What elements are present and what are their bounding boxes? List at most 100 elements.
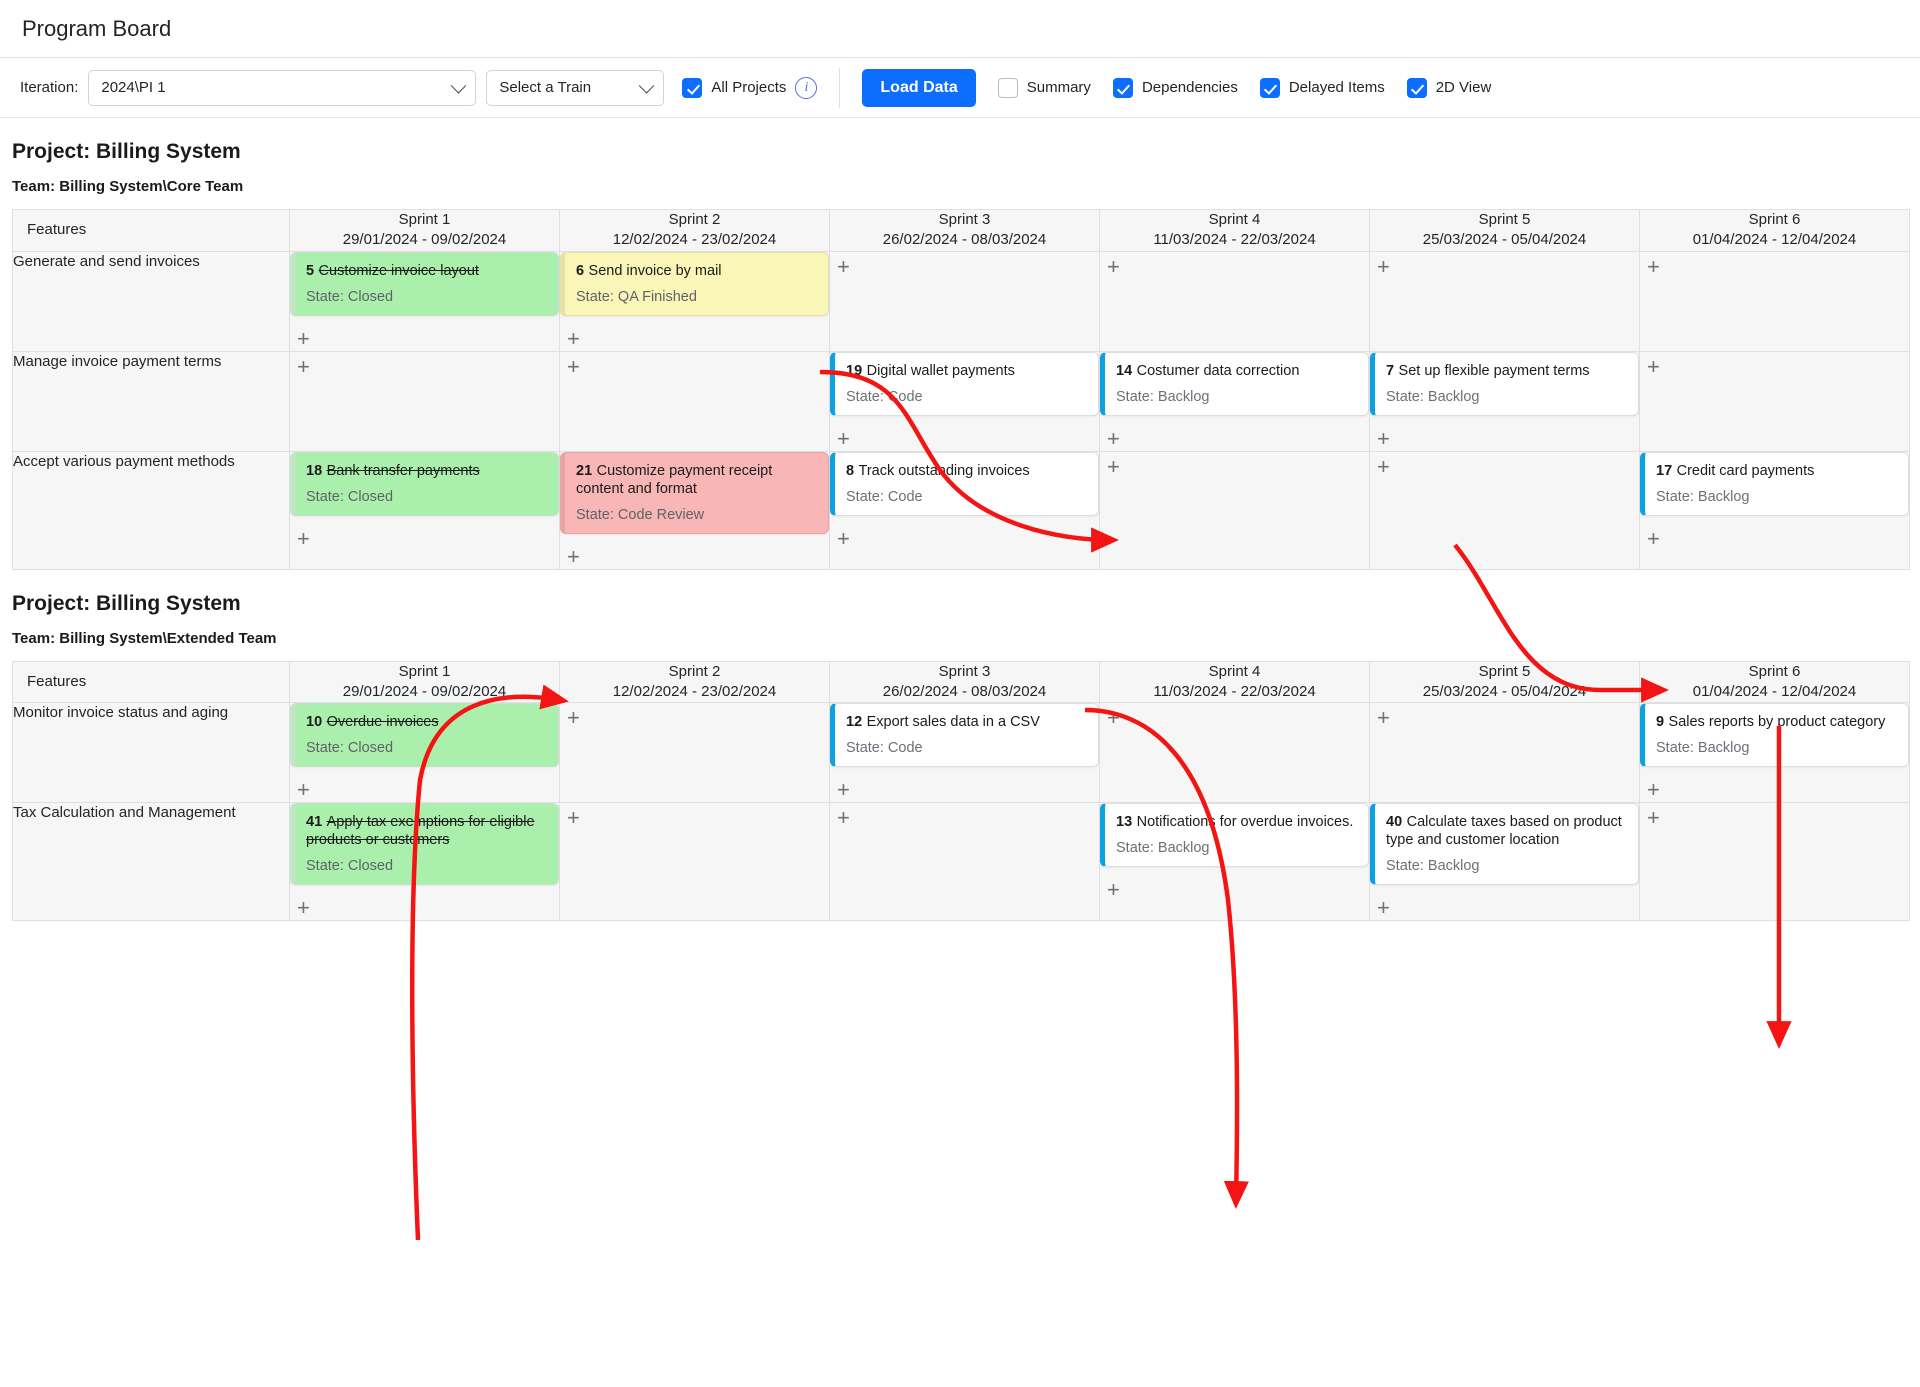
add-work-item-button[interactable]: + (837, 527, 850, 550)
add-work-item-button[interactable]: + (1647, 807, 1660, 829)
add-work-item-button[interactable]: + (1647, 355, 1660, 378)
work-item-card[interactable]: 7 Set up flexible payment terms State: Ba… (1370, 351, 1639, 416)
sprint-cell[interactable]: 40 Calculate taxes based on product type… (1369, 802, 1640, 921)
work-item-title: Calculate taxes based on product type an… (1386, 814, 1622, 848)
sprint-cell[interactable]: + (1639, 250, 1910, 352)
work-item-card[interactable]: 40 Calculate taxes based on product type… (1370, 803, 1639, 885)
summary-checkbox-wrap[interactable]: Summary (997, 77, 1091, 98)
add-work-item-button[interactable]: + (837, 255, 850, 278)
sprint-cell[interactable]: + (1639, 350, 1910, 452)
work-item-card[interactable]: 6 Send invoice by mail State: QA Finished (560, 251, 829, 316)
sprint-cell[interactable]: + (559, 702, 830, 803)
work-item-card[interactable]: 5 Customize invoice layout State: Closed (290, 251, 559, 316)
add-work-item-button[interactable]: + (837, 779, 850, 801)
iteration-select[interactable]: 2024\PI 1 (88, 69, 477, 106)
sprint-cell[interactable]: 19 Digital wallet payments State: Code + (829, 350, 1100, 452)
work-item-card[interactable]: 14 Costumer data correction State: Backlo… (1100, 351, 1369, 416)
work-item-id: 6 (576, 262, 585, 279)
add-work-item-button[interactable]: + (1107, 707, 1120, 729)
feature-name-cell: Accept various payment methods (12, 450, 290, 570)
add-work-item-button[interactable]: + (297, 897, 310, 919)
dependencies-checkbox-wrap[interactable]: Dependencies (1112, 77, 1238, 98)
add-work-item-button[interactable]: + (297, 327, 310, 350)
add-work-item-button[interactable]: + (1377, 897, 1390, 919)
delayed-items-checkbox[interactable] (1259, 77, 1280, 98)
train-select[interactable]: Select a Train (486, 69, 665, 106)
add-work-item-button[interactable]: + (1107, 879, 1120, 901)
add-work-item-button[interactable]: + (297, 527, 310, 550)
work-item-state: State: Code (846, 388, 923, 405)
sprint-cell[interactable]: 5 Customize invoice layout State: Closed + (289, 250, 560, 352)
add-work-item-button[interactable]: + (837, 427, 850, 450)
sprint-cell[interactable]: + (1099, 702, 1370, 803)
work-item-card[interactable]: 9 Sales reports by product category State… (1640, 703, 1909, 767)
add-work-item-button[interactable]: + (567, 355, 580, 378)
sprint-cell[interactable]: + (1099, 450, 1370, 570)
two-d-view-checkbox-wrap[interactable]: 2D View (1406, 77, 1492, 98)
add-work-item-button[interactable]: + (1107, 427, 1120, 450)
sprint-cell[interactable]: + (1099, 250, 1370, 352)
sprint-cell[interactable]: 13 Notifications for overdue invoices. St… (1099, 802, 1370, 921)
work-item-card[interactable]: 18 Bank transfer payments State: Closed (290, 451, 559, 516)
load-data-button[interactable]: Load Data (862, 68, 976, 107)
sprint-cell[interactable]: 21 Customize payment receipt content and… (559, 450, 830, 570)
all-projects-checkbox[interactable] (682, 77, 703, 98)
all-projects-label: All Projects (711, 79, 787, 96)
info-icon[interactable]: i (795, 76, 818, 99)
add-work-item-button[interactable]: + (297, 779, 310, 801)
add-work-item-button[interactable]: + (1647, 527, 1660, 550)
dependencies-checkbox[interactable] (1112, 77, 1133, 98)
sprint-cell[interactable]: + (1369, 450, 1640, 570)
sprint-cell[interactable]: + (1369, 250, 1640, 352)
two-d-view-checkbox[interactable] (1406, 77, 1427, 98)
sprint-cell[interactable]: + (1639, 802, 1910, 921)
sprint-column-header: Sprint 1 29/01/2024 - 09/02/2024 (289, 209, 560, 252)
sprint-cell[interactable]: + (559, 802, 830, 921)
add-work-item-button[interactable]: + (1107, 455, 1120, 478)
add-work-item-button[interactable]: + (1377, 455, 1390, 478)
sprint-cell[interactable]: + (829, 802, 1100, 921)
summary-checkbox[interactable] (997, 77, 1018, 98)
two-d-view-label: 2D View (1435, 79, 1492, 96)
sprint-cell[interactable]: 8 Track outstanding invoices State: Code + (829, 450, 1100, 570)
sprint-cell[interactable]: 14 Costumer data correction State: Backlo… (1099, 350, 1370, 452)
add-work-item-button[interactable]: + (837, 807, 850, 829)
sprint-cell[interactable]: + (1369, 702, 1640, 803)
add-work-item-button[interactable]: + (1647, 255, 1660, 278)
add-work-item-button[interactable]: + (297, 355, 310, 378)
add-work-item-button[interactable]: + (1107, 255, 1120, 278)
work-item-card[interactable]: 21 Customize payment receipt content and… (560, 451, 829, 534)
sprint-cell[interactable]: 41 Apply tax exemptions for eligible pro… (289, 802, 560, 921)
add-work-item-button[interactable]: + (567, 545, 580, 568)
sprint-cell[interactable]: 7 Set up flexible payment terms State: Ba… (1369, 350, 1640, 452)
work-item-card[interactable]: 41 Apply tax exemptions for eligible pro… (290, 803, 559, 885)
sprint-cell[interactable]: + (289, 350, 560, 452)
sprint-cell[interactable]: 12 Export sales data in a CSV State: Code… (829, 702, 1100, 803)
work-item-id: 8 (846, 462, 855, 479)
work-item-card[interactable]: 19 Digital wallet payments State: Code (830, 351, 1099, 416)
add-work-item-button[interactable]: + (567, 807, 580, 829)
sprint-board-table: Features Sprint 1 29/01/2024 - 09/02/2024 S… (12, 209, 1910, 570)
sprint-cell[interactable]: + (559, 350, 830, 452)
delayed-items-checkbox-wrap[interactable]: Delayed Items (1259, 77, 1385, 98)
add-work-item-button[interactable]: + (1377, 707, 1390, 729)
work-item-title: Customize payment receipt content and fo… (576, 462, 773, 497)
sprint-cell[interactable]: + (829, 250, 1100, 352)
work-item-card[interactable]: 17 Credit card payments State: Backlog (1640, 451, 1909, 516)
add-work-item-button[interactable]: + (1377, 427, 1390, 450)
add-work-item-button[interactable]: + (567, 707, 580, 729)
work-item-card[interactable]: 13 Notifications for overdue invoices. St… (1100, 803, 1369, 867)
sprint-cell[interactable]: 17 Credit card payments State: Backlog + (1639, 450, 1910, 570)
sprint-cell[interactable]: 9 Sales reports by product category State… (1639, 702, 1910, 803)
sprint-cell[interactable]: 6 Send invoice by mail State: QA Finished… (559, 250, 830, 352)
sprint-name: Sprint 2 (668, 662, 721, 680)
sprint-cell[interactable]: 10 Overdue invoices State: Closed + (289, 702, 560, 803)
sprint-cell[interactable]: 18 Bank transfer payments State: Closed + (289, 450, 560, 570)
work-item-card[interactable]: 12 Export sales data in a CSV State: Code (830, 703, 1099, 767)
work-item-card[interactable]: 8 Track outstanding invoices State: Code (830, 451, 1099, 516)
add-work-item-button[interactable]: + (1377, 255, 1390, 278)
work-item-card[interactable]: 10 Overdue invoices State: Closed (290, 703, 559, 767)
add-work-item-button[interactable]: + (1647, 779, 1660, 801)
add-work-item-button[interactable]: + (567, 327, 580, 350)
all-projects-checkbox-wrap[interactable]: All Projects (682, 77, 787, 98)
